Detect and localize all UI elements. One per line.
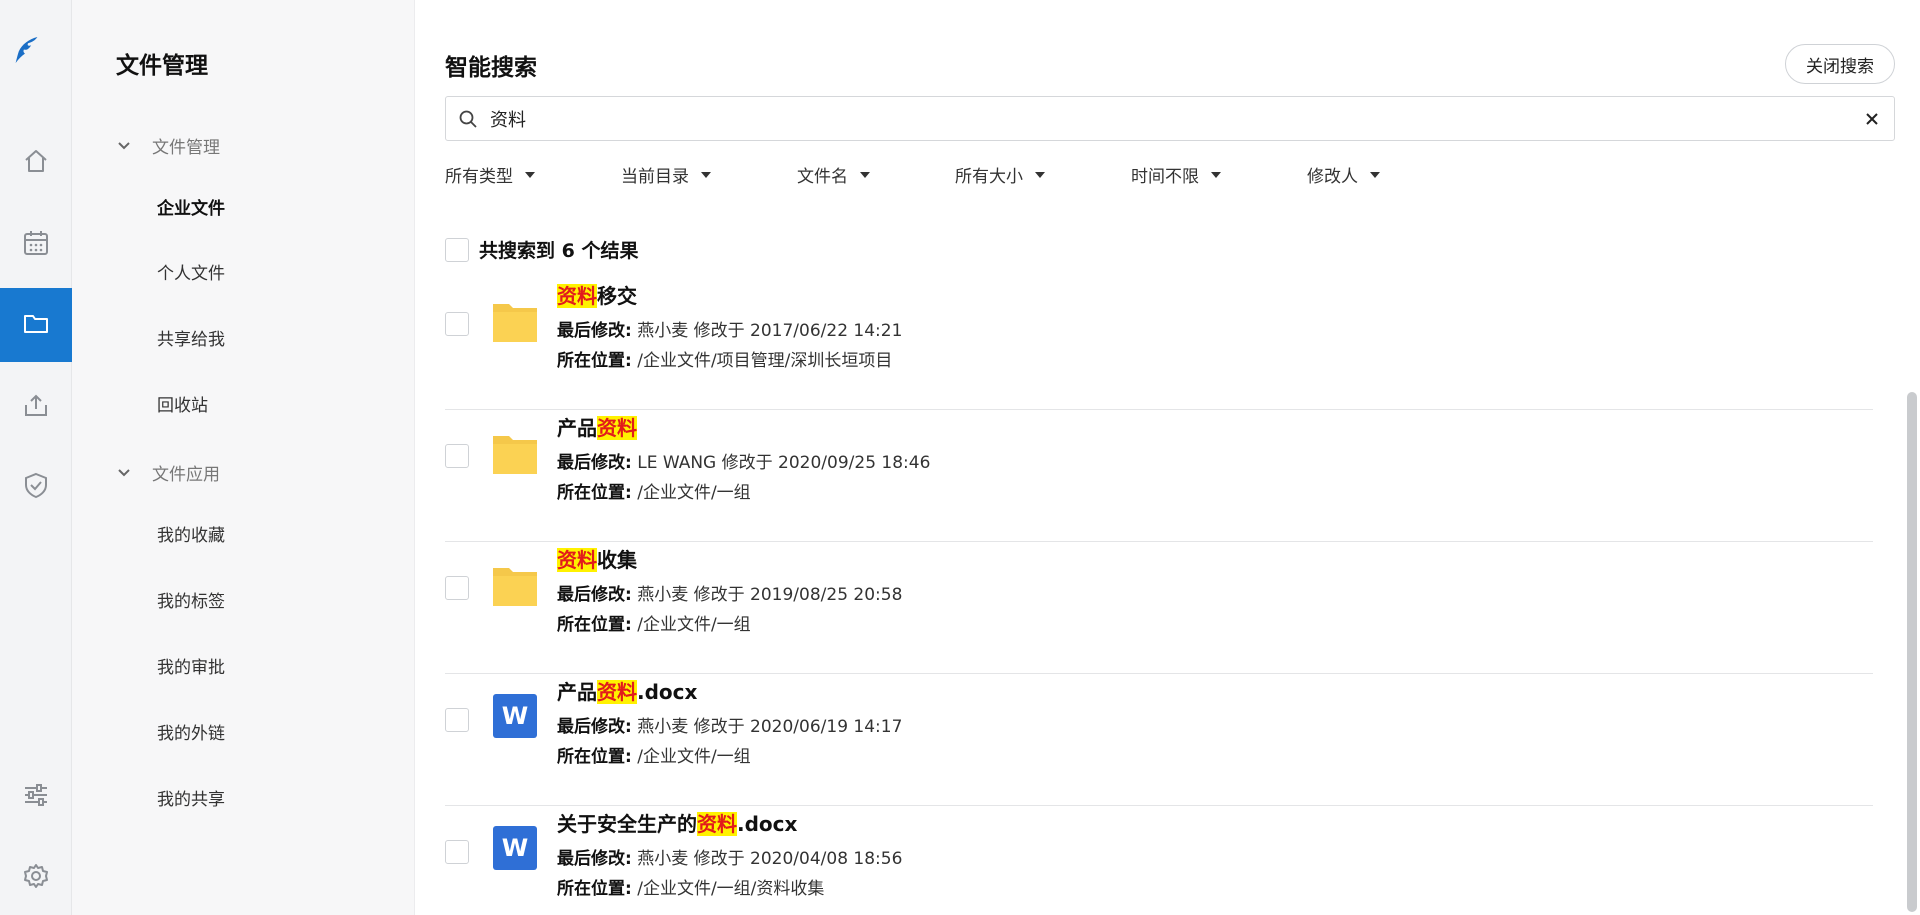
shield-icon: [22, 471, 50, 503]
caret-down-icon: [1370, 171, 1380, 178]
filter-size[interactable]: 所有大小: [955, 162, 1045, 187]
main-panel: 智能搜索 关闭搜索 所有类型 当前目录 文件名 所有大小 时间不限 修改人 共搜…: [415, 0, 1905, 915]
caret-down-icon: [1035, 171, 1045, 178]
nav-security[interactable]: [0, 450, 72, 524]
results-summary: 共搜索到 6 个结果: [445, 236, 638, 263]
sidebar-title: 文件管理: [116, 53, 208, 79]
filter-modifier[interactable]: 修改人: [1307, 162, 1380, 187]
word-document-icon: W: [493, 694, 537, 738]
sidebar-group-file-management[interactable]: 文件管理: [116, 133, 220, 158]
result-modified: 最后修改: 燕小麦 修改于 2017/06/22 14:21: [557, 321, 903, 341]
row-checkbox[interactable]: [445, 444, 469, 468]
page-title: 智能搜索: [445, 55, 537, 81]
sidebar-item-tags[interactable]: 我的标签: [157, 587, 225, 612]
filter-label: 文件名: [797, 167, 848, 187]
row-checkbox[interactable]: [445, 576, 469, 600]
select-all-checkbox[interactable]: [445, 237, 469, 262]
match-highlight: 资料: [557, 548, 597, 572]
upload-icon: [22, 391, 50, 423]
result-modified: 最后修改: LE WANG 修改于 2020/09/25 18:46: [557, 453, 931, 473]
clear-icon[interactable]: [1864, 111, 1880, 127]
result-modified: 最后修改: 燕小麦 修改于 2019/08/25 20:58: [557, 585, 903, 605]
match-highlight: 资料: [597, 416, 637, 440]
result-name[interactable]: 资料收集: [557, 544, 637, 573]
sidebar-item-shared-with-me[interactable]: 共享给我: [157, 325, 225, 350]
calendar-icon: [22, 229, 50, 261]
caret-down-icon: [860, 171, 870, 178]
results-list: 资料移交 最后修改: 燕小麦 修改于 2017/06/22 14:21 所在位置…: [445, 278, 1873, 915]
logo-icon[interactable]: [12, 36, 60, 90]
search-input[interactable]: [490, 108, 1850, 129]
result-location: 所在位置: /企业文件/一组/资料收集: [557, 879, 825, 899]
result-location: 所在位置: /企业文件/项目管理/深圳长垣项目: [557, 351, 893, 371]
sidebar-item-enterprise-files[interactable]: 企业文件: [157, 194, 225, 219]
word-document-icon: W: [493, 826, 537, 870]
filter-type[interactable]: 所有类型: [445, 162, 535, 187]
sidebar-item-personal-files[interactable]: 个人文件: [157, 259, 225, 284]
scrollbar-thumb[interactable]: [1907, 392, 1917, 912]
sidebar: 文件管理 文件管理 企业文件 个人文件 共享给我 回收站 文件应用 我的收藏 我…: [72, 0, 415, 915]
row-checkbox[interactable]: [445, 312, 469, 336]
row-checkbox[interactable]: [445, 708, 469, 732]
result-name[interactable]: 关于安全生产的资料.docx: [557, 808, 797, 837]
result-row[interactable]: 资料收集 最后修改: 燕小麦 修改于 2019/08/25 20:58 所在位置…: [445, 542, 1873, 674]
filter-label: 时间不限: [1131, 167, 1199, 187]
filter-label: 所有大小: [955, 167, 1023, 187]
close-search-button[interactable]: 关闭搜索: [1785, 44, 1895, 84]
caret-down-icon: [701, 171, 711, 178]
results-count: 共搜索到 6 个结果: [479, 240, 639, 262]
search-bar: [445, 96, 1895, 141]
filter-directory[interactable]: 当前目录: [621, 162, 711, 187]
filter-filename[interactable]: 文件名: [797, 162, 870, 187]
result-row[interactable]: W 关于安全生产的资料.docx 最后修改: 燕小麦 修改于 2020/04/0…: [445, 806, 1873, 915]
result-location: 所在位置: /企业文件/一组: [557, 615, 751, 635]
sidebar-group-label: 文件管理: [152, 138, 220, 158]
nav-filters[interactable]: [0, 760, 72, 834]
folder-icon: [493, 562, 537, 606]
match-highlight: 资料: [597, 680, 637, 704]
result-row[interactable]: 资料移交 最后修改: 燕小麦 修改于 2017/06/22 14:21 所在位置…: [445, 278, 1873, 410]
sidebar-item-recycle-bin[interactable]: 回收站: [157, 391, 208, 416]
nav-calendar[interactable]: [0, 208, 72, 282]
result-location: 所在位置: /企业文件/一组: [557, 747, 751, 767]
result-row[interactable]: 产品资料 最后修改: LE WANG 修改于 2020/09/25 18:46 …: [445, 410, 1873, 542]
filter-time[interactable]: 时间不限: [1131, 162, 1221, 187]
search-icon: [458, 109, 478, 129]
gear-icon: [22, 862, 50, 894]
chevron-down-icon: [116, 138, 132, 154]
sidebar-group-label: 文件应用: [152, 465, 220, 485]
caret-down-icon: [525, 171, 535, 178]
sidebar-item-my-shares[interactable]: 我的共享: [157, 785, 225, 810]
folder-icon: [493, 430, 537, 474]
match-highlight: 资料: [557, 284, 597, 308]
nav-settings[interactable]: [0, 841, 72, 915]
result-row[interactable]: W 产品资料.docx 最后修改: 燕小麦 修改于 2020/06/19 14:…: [445, 674, 1873, 806]
folder-icon: [493, 298, 537, 342]
result-name[interactable]: 产品资料.docx: [557, 676, 697, 705]
sidebar-item-approvals[interactable]: 我的审批: [157, 653, 225, 678]
sidebar-item-external-links[interactable]: 我的外链: [157, 719, 225, 744]
result-name[interactable]: 产品资料: [557, 412, 637, 441]
folder-icon: [22, 309, 50, 341]
match-highlight: 资料: [697, 812, 737, 836]
filter-label: 所有类型: [445, 167, 513, 187]
filter-label: 当前目录: [621, 167, 689, 187]
result-location: 所在位置: /企业文件/一组: [557, 483, 751, 503]
sidebar-item-favorites[interactable]: 我的收藏: [157, 521, 225, 546]
row-checkbox[interactable]: [445, 840, 469, 864]
nav-home[interactable]: [0, 126, 72, 200]
home-icon: [22, 147, 50, 179]
filter-label: 修改人: [1307, 167, 1358, 187]
caret-down-icon: [1211, 171, 1221, 178]
chevron-down-icon: [116, 465, 132, 481]
nav-upload[interactable]: [0, 370, 72, 444]
result-modified: 最后修改: 燕小麦 修改于 2020/06/19 14:17: [557, 717, 903, 737]
nav-files[interactable]: [0, 288, 72, 362]
sidebar-group-file-apps[interactable]: 文件应用: [116, 460, 220, 485]
sliders-icon: [22, 781, 50, 813]
result-modified: 最后修改: 燕小麦 修改于 2020/04/08 18:56: [557, 849, 903, 869]
icon-rail: [0, 0, 72, 915]
result-name[interactable]: 资料移交: [557, 280, 637, 309]
